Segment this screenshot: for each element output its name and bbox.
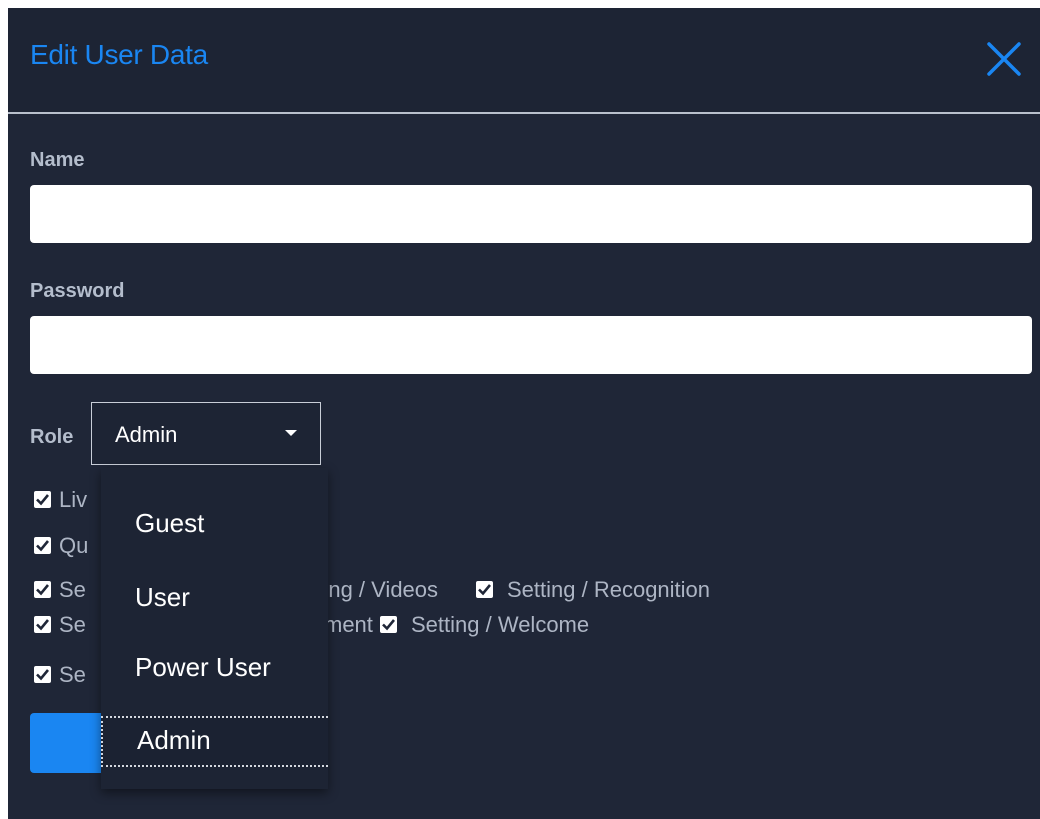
permission-checkbox-5[interactable] <box>34 616 51 633</box>
role-option-power-user[interactable]: Power User <box>101 644 328 692</box>
permission-label: Se <box>59 577 86 602</box>
permission-label: Liv <box>59 487 88 512</box>
option-label: User <box>135 582 190 612</box>
name-label: Name <box>30 149 85 171</box>
permission-checkbox-3[interactable] <box>34 581 51 598</box>
password-field[interactable] <box>30 316 1032 374</box>
option-label: Power User <box>135 652 271 682</box>
role-option-guest[interactable]: Guest <box>101 500 328 548</box>
password-label: Password <box>30 280 125 302</box>
option-label: Guest <box>135 508 205 538</box>
role-dropdown-menu: Guest User Power User Admin <box>101 468 328 789</box>
caret-down-icon <box>285 430 297 436</box>
dialog-title: Edit User Data <box>30 39 208 70</box>
permission-checkbox-1[interactable] <box>34 491 51 508</box>
permission-label: ment <box>324 612 373 637</box>
option-label: Admin <box>137 725 211 755</box>
role-option-user[interactable]: User <box>101 574 328 622</box>
role-option-admin[interactable]: Admin <box>101 716 328 767</box>
role-select-value: Admin <box>115 422 178 447</box>
permission-label: Qu <box>59 533 89 558</box>
permission-checkbox-2[interactable] <box>34 537 51 554</box>
role-label: Role <box>30 426 74 448</box>
permission-checkbox-4[interactable] <box>476 581 493 598</box>
permission-checkbox-7[interactable] <box>34 666 51 683</box>
permission-label: Se <box>59 612 86 637</box>
dialog-header: Edit User Data <box>8 8 1040 112</box>
name-field[interactable] <box>30 185 1032 243</box>
close-icon[interactable] <box>983 38 1025 80</box>
edit-user-dialog: Edit User Data Name Password Role Admin … <box>8 8 1040 819</box>
header-divider <box>8 112 1040 114</box>
permission-checkbox-6[interactable] <box>380 616 397 633</box>
permission-label: Setting / Recognition <box>507 577 711 602</box>
role-select[interactable]: Admin <box>91 402 321 465</box>
permission-label: Setting / Welcome <box>411 612 590 637</box>
permission-label: Se <box>59 662 86 687</box>
